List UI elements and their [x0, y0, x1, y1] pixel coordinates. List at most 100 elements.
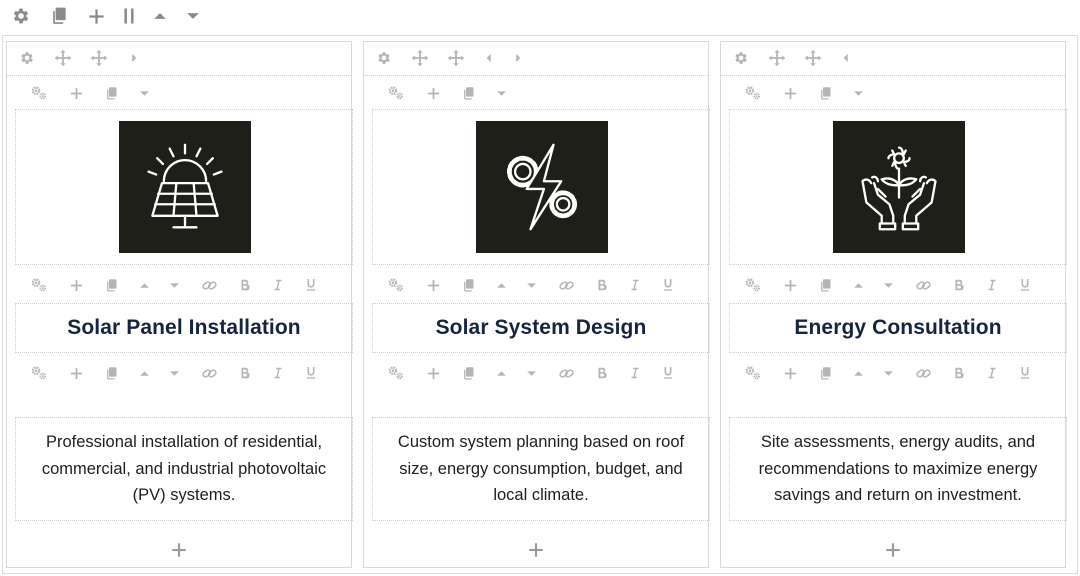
plus-icon[interactable] — [424, 84, 442, 102]
add-widget-plus-icon[interactable] — [881, 538, 905, 562]
caret-right-icon[interactable] — [125, 49, 143, 67]
caret-down-icon[interactable] — [879, 276, 897, 294]
caret-up-icon[interactable] — [492, 276, 510, 294]
copy-icon[interactable] — [102, 364, 120, 382]
gears-icon[interactable] — [744, 364, 762, 382]
plus-icon[interactable] — [781, 276, 799, 294]
gear-icon[interactable] — [375, 49, 393, 67]
gears-icon[interactable] — [30, 84, 48, 102]
bold-icon[interactable] — [236, 364, 254, 382]
text-widget[interactable]: Professional installation of residential… — [15, 417, 353, 521]
caret-down-icon[interactable] — [165, 364, 183, 382]
move-icon[interactable] — [804, 49, 822, 67]
gears-icon[interactable] — [30, 276, 48, 294]
move-icon[interactable] — [447, 49, 465, 67]
gears-icon[interactable] — [387, 364, 405, 382]
italic-icon[interactable] — [983, 364, 1001, 382]
caret-down-icon[interactable] — [165, 276, 183, 294]
add-widget-plus-icon[interactable] — [524, 538, 548, 562]
copy-icon[interactable] — [459, 364, 477, 382]
gear-icon[interactable] — [732, 49, 750, 67]
copy-icon[interactable] — [102, 84, 120, 102]
plus-icon[interactable] — [424, 364, 442, 382]
bold-icon[interactable] — [236, 276, 254, 294]
column-toolbar — [721, 42, 1065, 76]
italic-icon[interactable] — [626, 276, 644, 294]
caret-down-icon[interactable] — [849, 84, 867, 102]
caret-up-icon[interactable] — [149, 5, 171, 27]
underline-icon[interactable] — [659, 276, 677, 294]
underline-icon[interactable] — [659, 364, 677, 382]
caret-left-icon[interactable] — [480, 49, 498, 67]
heading-widget[interactable]: Solar System Design — [372, 303, 710, 353]
gear-icon[interactable] — [18, 49, 36, 67]
link-icon[interactable] — [200, 276, 218, 294]
caret-up-icon[interactable] — [135, 276, 153, 294]
copy-icon[interactable] — [816, 276, 834, 294]
link-icon[interactable] — [200, 364, 218, 382]
image-widget[interactable] — [729, 109, 1067, 265]
copy-icon[interactable] — [459, 276, 477, 294]
move-icon[interactable] — [90, 49, 108, 67]
caret-right-icon[interactable] — [509, 49, 527, 67]
caret-up-icon[interactable] — [849, 276, 867, 294]
caret-down-icon[interactable] — [522, 364, 540, 382]
underline-icon[interactable] — [302, 364, 320, 382]
plus-icon[interactable] — [67, 364, 85, 382]
italic-icon[interactable] — [269, 276, 287, 294]
plus-icon[interactable] — [85, 5, 107, 27]
plus-icon[interactable] — [67, 276, 85, 294]
copy-icon[interactable] — [816, 84, 834, 102]
copy-icon[interactable] — [459, 84, 477, 102]
gear-icon[interactable] — [10, 5, 32, 27]
column-toolbar — [7, 42, 351, 76]
link-icon[interactable] — [557, 364, 575, 382]
caret-up-icon[interactable] — [492, 364, 510, 382]
caret-down-icon[interactable] — [135, 84, 153, 102]
copy-icon[interactable] — [816, 364, 834, 382]
image-widget[interactable] — [15, 109, 353, 265]
copy-icon[interactable] — [48, 5, 70, 27]
caret-down-icon[interactable] — [522, 276, 540, 294]
underline-icon[interactable] — [1016, 276, 1034, 294]
heading-widget[interactable]: Solar Panel Installation — [15, 303, 353, 353]
columns-icon[interactable] — [118, 5, 140, 27]
caret-down-icon[interactable] — [492, 84, 510, 102]
solar-panel-icon — [119, 121, 251, 253]
text-widget[interactable]: Site assessments, energy audits, and rec… — [729, 417, 1067, 521]
bold-icon[interactable] — [950, 364, 968, 382]
link-icon[interactable] — [914, 364, 932, 382]
caret-up-icon[interactable] — [135, 364, 153, 382]
gears-icon[interactable] — [387, 276, 405, 294]
italic-icon[interactable] — [269, 364, 287, 382]
caret-down-icon[interactable] — [182, 5, 204, 27]
underline-icon[interactable] — [302, 276, 320, 294]
bold-icon[interactable] — [593, 276, 611, 294]
image-widget[interactable] — [372, 109, 710, 265]
link-icon[interactable] — [557, 276, 575, 294]
gears-icon[interactable] — [387, 84, 405, 102]
add-widget-plus-icon[interactable] — [167, 538, 191, 562]
move-icon[interactable] — [768, 49, 786, 67]
heading-widget[interactable]: Energy Consultation — [729, 303, 1067, 353]
italic-icon[interactable] — [983, 276, 1001, 294]
plus-icon[interactable] — [781, 364, 799, 382]
copy-icon[interactable] — [102, 276, 120, 294]
underline-icon[interactable] — [1016, 364, 1034, 382]
gears-icon[interactable] — [30, 364, 48, 382]
gears-icon[interactable] — [744, 276, 762, 294]
bold-icon[interactable] — [593, 364, 611, 382]
bold-icon[interactable] — [950, 276, 968, 294]
caret-up-icon[interactable] — [849, 364, 867, 382]
caret-left-icon[interactable] — [837, 49, 855, 67]
plus-icon[interactable] — [781, 84, 799, 102]
move-icon[interactable] — [411, 49, 429, 67]
caret-down-icon[interactable] — [879, 364, 897, 382]
gears-icon[interactable] — [744, 84, 762, 102]
move-icon[interactable] — [54, 49, 72, 67]
plus-icon[interactable] — [424, 276, 442, 294]
plus-icon[interactable] — [67, 84, 85, 102]
italic-icon[interactable] — [626, 364, 644, 382]
link-icon[interactable] — [914, 276, 932, 294]
text-widget[interactable]: Custom system planning based on roof siz… — [372, 417, 710, 521]
